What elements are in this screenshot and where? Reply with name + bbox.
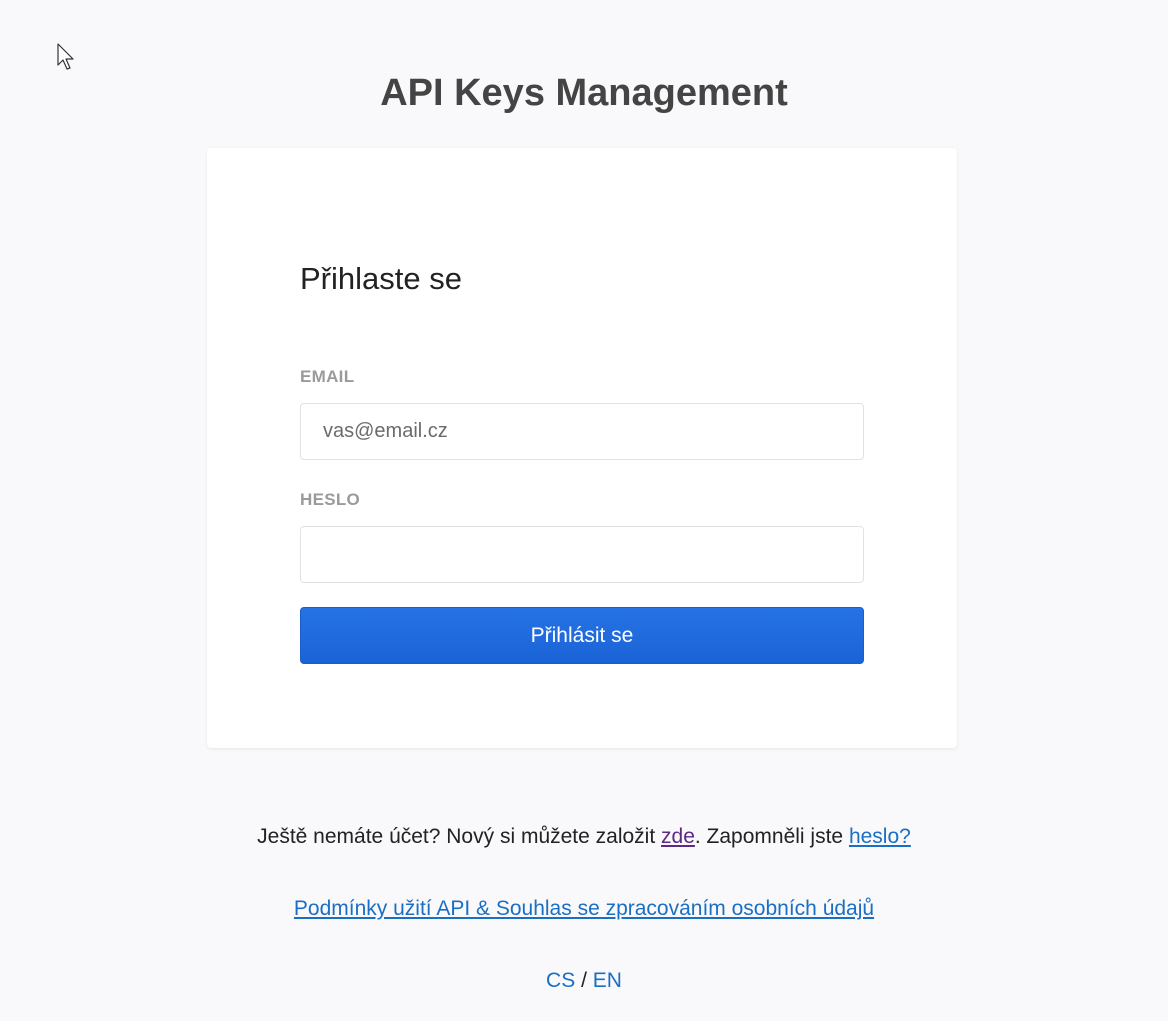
password-label: HESLO <box>300 490 361 509</box>
login-button[interactable]: Přihlásit se <box>300 607 864 664</box>
login-card: Přihlaste se EMAIL HESLO Přihlásit se <box>207 148 957 748</box>
app-title: API Keys Management <box>380 72 788 114</box>
signup-link[interactable]: zde <box>661 825 695 848</box>
forgot-password-link[interactable]: heslo? <box>849 825 911 848</box>
signup-text-before: Ještě nemáte účet? Nový si můžete založi… <box>257 825 662 848</box>
email-input[interactable] <box>300 403 864 460</box>
terms-link[interactable]: Podmínky užití API & Souhlas se zpracová… <box>294 897 874 920</box>
signup-text-after: . Zapomněli jste <box>694 825 849 848</box>
lang-en-link[interactable]: EN <box>593 969 622 992</box>
lang-cs-link[interactable]: CS <box>546 969 575 992</box>
lang-separator: / <box>575 969 593 992</box>
password-input[interactable] <box>300 526 864 583</box>
email-label: EMAIL <box>300 367 355 386</box>
signup-line: Ještě nemáte účet? Nový si můžete založi… <box>0 825 1168 849</box>
language-switcher: CS / EN <box>0 969 1168 993</box>
login-heading: Přihlaste se <box>300 261 462 296</box>
login-page: API Keys Management Přihlaste se EMAIL H… <box>0 0 1168 1021</box>
terms-line: Podmínky užití API & Souhlas se zpracová… <box>0 897 1168 921</box>
mouse-pointer-icon <box>57 43 74 70</box>
